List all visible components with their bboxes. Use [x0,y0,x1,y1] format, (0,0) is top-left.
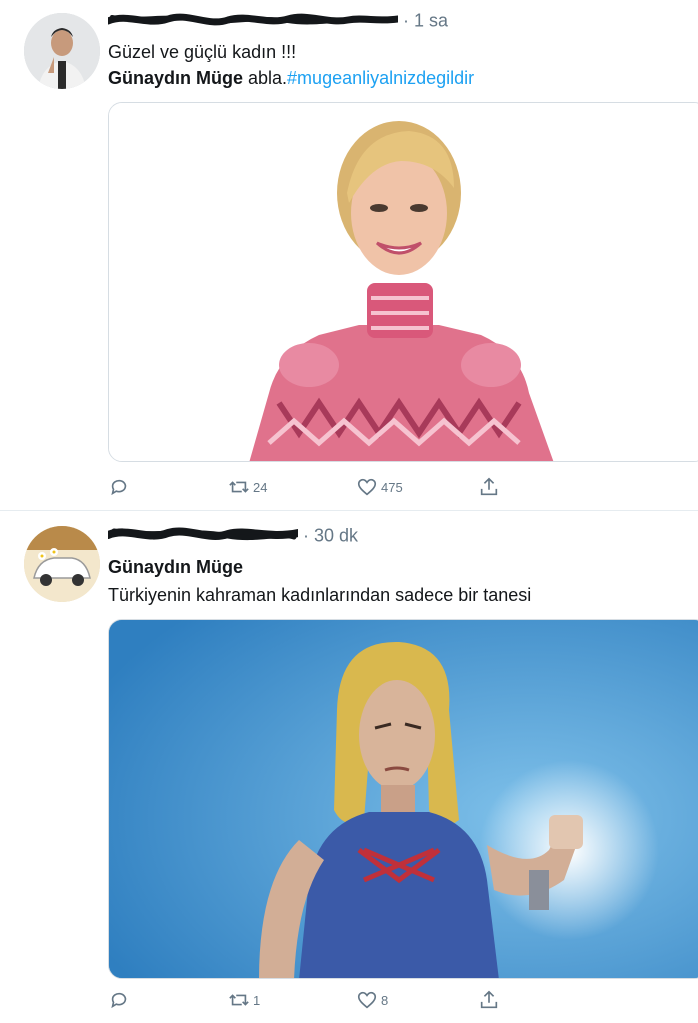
share-icon [480,477,498,496]
like-button[interactable]: 8 [356,987,388,1013]
tweet-header: · 1 sa [104,8,448,35]
retweet-count: 24 [253,479,268,495]
tweet-1[interactable]: · 1 sa Güzel ve güçlü kadın !!! Günaydın… [0,0,698,510]
reply-icon [111,992,127,1009]
redacted-name-scribble [104,523,302,550]
tweet-image-woman[interactable] [108,102,698,462]
reply-button[interactable] [108,474,130,500]
retweet-icon [229,481,249,493]
tweet-text-line-1: Güzel ve güçlü kadın !!! [108,42,297,62]
share-button[interactable] [478,987,500,1013]
car-with-flowers-icon [24,526,100,602]
tweet-time[interactable]: · 1 sa [403,10,448,30]
heart-icon [357,991,377,1009]
tweet-image-superhero[interactable] [108,619,698,979]
reply-button[interactable] [108,987,130,1013]
man-portrait-icon [24,13,100,89]
retweet-icon [229,994,249,1006]
author-avatar[interactable] [24,526,100,602]
tweet-bold-text: Günaydın Müge [108,68,243,88]
hashtag-link[interactable]: #mugeanliyalnizdegildir [287,68,474,88]
tweet-actions: 24 475 [108,474,528,500]
tweet-plain-text: abla. [243,68,288,88]
tweet-2[interactable]: · 30 dk Günaydın Müge Türkiyenin kahrama… [0,511,698,1023]
author-avatar[interactable] [24,13,100,89]
redacted-name-scribble [104,8,402,35]
like-count: 475 [381,479,403,495]
tweet-time[interactable]: · 30 dk [303,525,358,545]
retweet-button[interactable]: 24 [228,474,267,500]
share-icon [480,990,498,1009]
superhero-woman-illustration [109,620,698,978]
tweet-text-line-1: Günaydın Müge [108,557,243,577]
retweet-button[interactable]: 1 [228,987,260,1013]
tweet-text-line-2: Türkiyenin kahraman kadınlarından sadece… [108,585,532,605]
tweet-text-line-2: Günaydın Müge abla.#mugeanliyalnizdegild… [108,66,474,91]
retweet-count: 1 [253,992,261,1008]
woman-in-pink-dress-photo [109,103,698,461]
like-button[interactable]: 475 [356,474,403,500]
tweet-header: · 30 dk [104,523,358,550]
reply-icon [111,479,127,496]
share-button[interactable] [478,474,500,500]
heart-icon [357,478,377,496]
like-count: 8 [381,992,389,1008]
tweet-actions: 1 8 [108,987,528,1013]
